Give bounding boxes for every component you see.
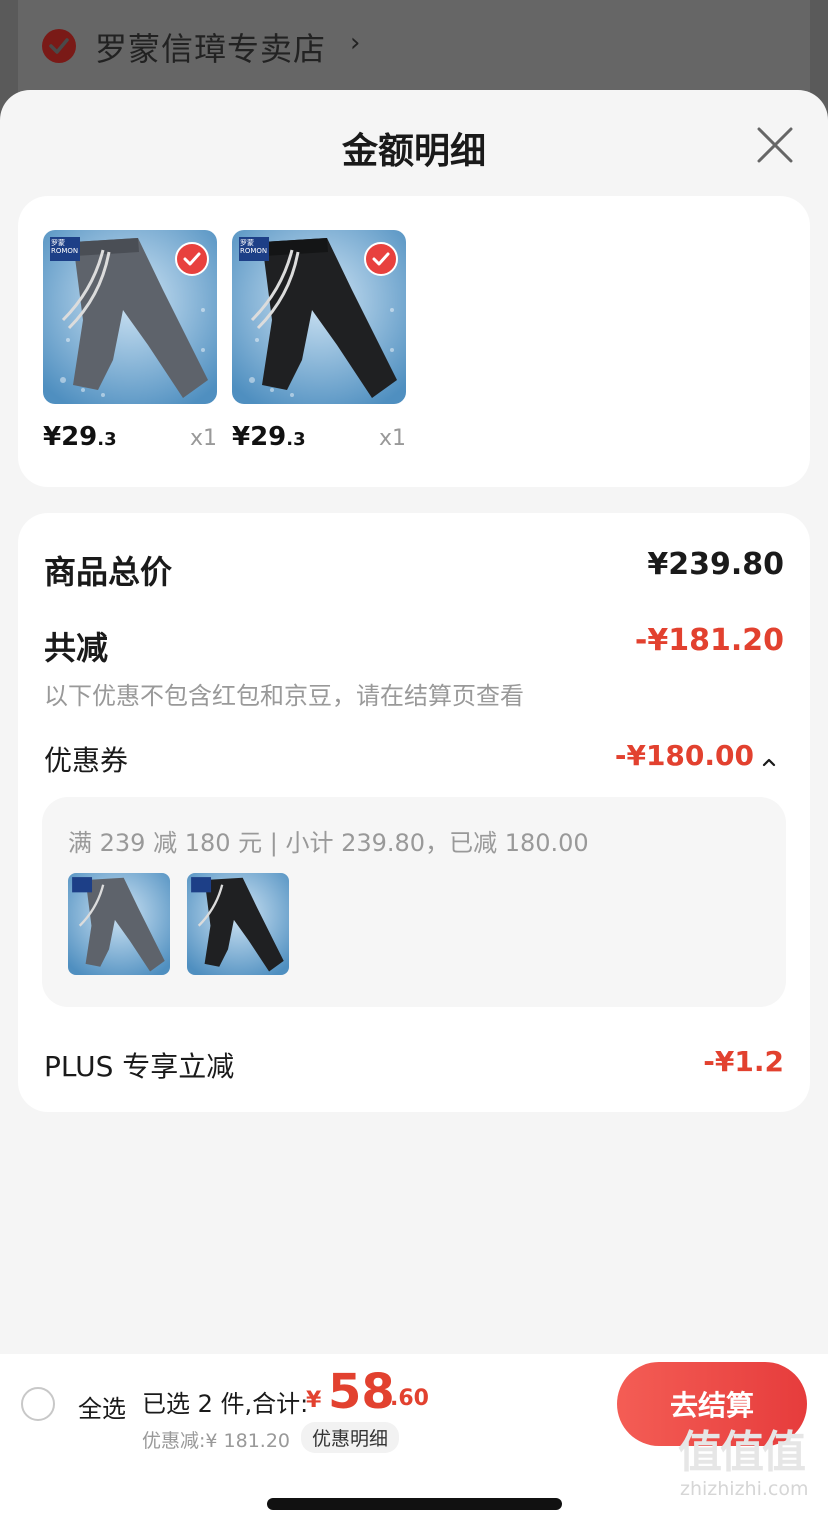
coupon-detail-box: 满 239 减 180 元 | 小计 239.80，已减 180.00 — [42, 797, 786, 1007]
discount-detail-button[interactable]: 优惠明细 — [301, 1422, 400, 1453]
product-quantity: x1 — [378, 426, 406, 451]
product-image[interactable]: 罗蒙 ROMON — [232, 230, 406, 404]
chevron-right-icon[interactable]: › — [350, 28, 360, 58]
coupon-label: 优惠券 — [44, 744, 129, 777]
selected-check-icon[interactable] — [364, 242, 398, 276]
discount-note: 以下优惠不包含红包和京豆，请在结算页查看 — [44, 682, 524, 710]
sheet-title: 金额明细 — [341, 131, 486, 172]
products-card: 罗蒙 ROMON ¥29.3 x1 罗蒙 ROMON ¥29.3 x1 — [18, 196, 810, 487]
coupon-value: -¥180.00 — [615, 739, 776, 774]
amount-detail-sheet: 金额明细 罗蒙 ROMON ¥29.3 x1 罗蒙 ROMON ¥29.3 x1… — [0, 90, 828, 1526]
discount-summary: 优惠减:¥ 181.20 — [142, 1430, 291, 1452]
selected-count: 已选 2 件,合计: — [142, 1390, 309, 1418]
plus-label: PLUS 专享立减 — [44, 1050, 235, 1083]
home-indicator — [267, 1498, 562, 1510]
total-amount-integer: 58 — [328, 1364, 395, 1420]
total-row: 商品总价 ¥239.80 — [44, 547, 784, 591]
store-check-icon[interactable] — [42, 29, 76, 63]
coupon-row[interactable]: 优惠券 -¥180.00 — [44, 739, 784, 779]
brand-tag: 罗蒙 ROMON — [240, 239, 268, 255]
product-price: ¥29.3 — [43, 422, 117, 452]
select-all-label[interactable]: 全选 — [78, 1389, 126, 1424]
amount-detail-card: 商品总价 ¥239.80 共减 -¥181.20 以下优惠不包含红包和京豆，请在… — [18, 513, 810, 1112]
discount-row: 共减 -¥181.20 — [44, 623, 784, 667]
coupon-rule: 满 239 减 180 元 | 小计 239.80，已减 180.00 — [68, 829, 589, 857]
coupon-product-image[interactable] — [187, 873, 289, 975]
select-all-radio[interactable] — [21, 1387, 55, 1421]
brand-tag: 罗蒙 ROMON — [51, 239, 79, 255]
product-price: ¥29.3 — [232, 422, 306, 452]
product-image[interactable]: 罗蒙 ROMON — [43, 230, 217, 404]
coupon-product-image[interactable] — [68, 873, 170, 975]
product-item[interactable]: 罗蒙 ROMON ¥29.3 x1 — [232, 230, 406, 462]
product-item[interactable]: 罗蒙 ROMON ¥29.3 x1 — [43, 230, 217, 462]
close-icon[interactable] — [750, 120, 800, 170]
plus-row: PLUS 专享立减 -¥1.2 — [44, 1045, 784, 1085]
watermark-url: zhizhizhi.com — [680, 1478, 809, 1500]
total-value: ¥239.80 — [647, 547, 784, 582]
selected-check-icon[interactable] — [175, 242, 209, 276]
watermark: 值值值 zhizhizhi.com — [678, 1416, 824, 1508]
discount-label: 共减 — [44, 629, 109, 667]
total-currency: ¥ — [306, 1388, 322, 1413]
store-name[interactable]: 罗蒙信璋专卖店 — [95, 24, 326, 70]
watermark-logo: 值值值 — [678, 1427, 806, 1478]
total-amount-decimal: .60 — [390, 1386, 429, 1411]
product-quantity: x1 — [189, 426, 217, 451]
store-header: 罗蒙信璋专卖店 › — [0, 0, 828, 100]
chevron-up-icon[interactable] — [762, 741, 776, 774]
plus-value: -¥1.2 — [703, 1045, 784, 1078]
total-label: 商品总价 — [44, 553, 173, 591]
discount-value: -¥181.20 — [634, 623, 784, 658]
